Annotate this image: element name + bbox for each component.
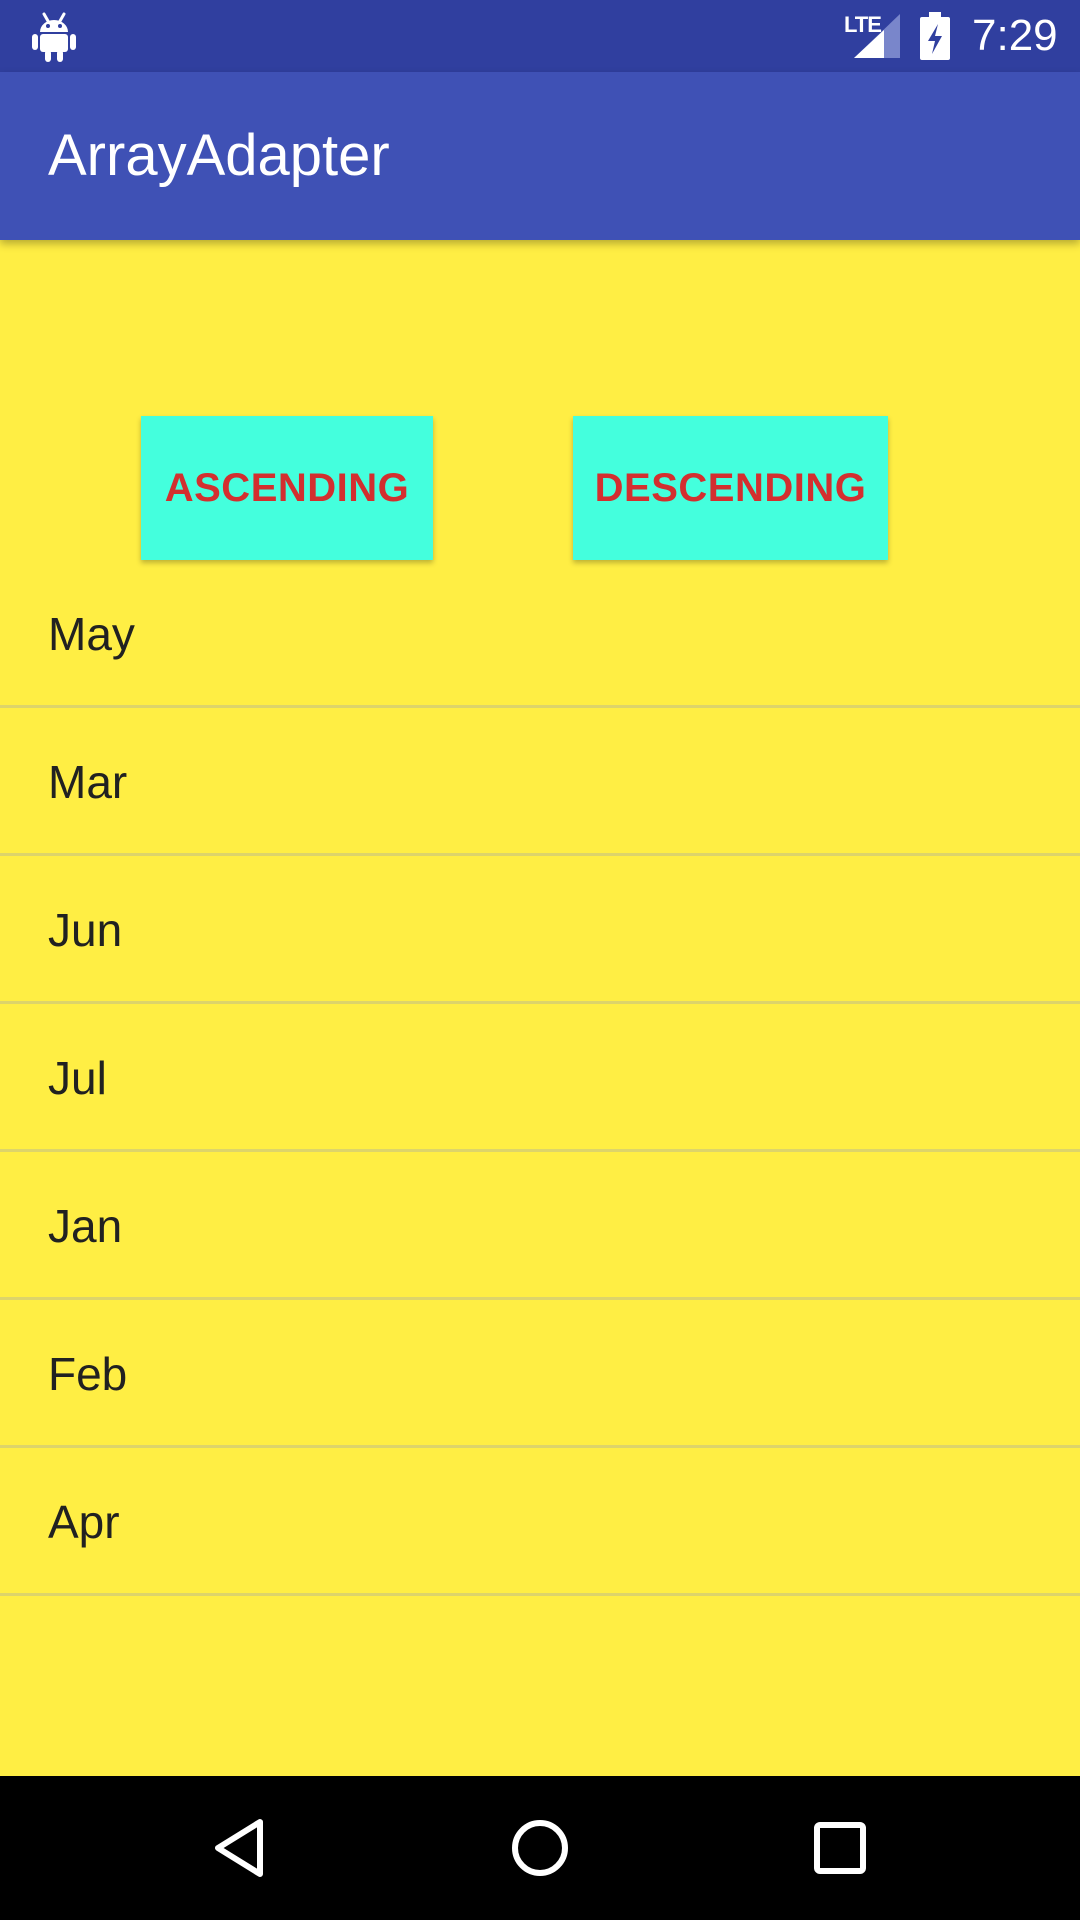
battery-charging-icon (920, 12, 950, 60)
descending-button[interactable]: DESCENDING (573, 416, 888, 560)
list-item-label: Jun (48, 904, 123, 956)
navigation-bar (0, 1776, 1080, 1920)
app-bar: ArrayAdapter (0, 72, 1080, 240)
list-item[interactable]: Mar (0, 708, 1080, 856)
month-list: May Mar Jun Jul Jan Feb Apr (0, 560, 1080, 1596)
home-icon[interactable] (504, 1812, 576, 1884)
status-time: 7:29 (972, 11, 1058, 60)
list-item-label: Jul (48, 1052, 107, 1104)
list-item-label: Apr (48, 1496, 120, 1548)
list-item-label: Mar (48, 756, 128, 808)
list-item[interactable]: Jan (0, 1152, 1080, 1300)
list-item[interactable]: Feb (0, 1300, 1080, 1448)
list-item-label: Jan (48, 1200, 123, 1252)
ascending-button[interactable]: ASCENDING (141, 416, 433, 560)
list-item[interactable]: Jul (0, 1004, 1080, 1152)
signal-icon (854, 14, 900, 58)
recents-icon[interactable] (804, 1812, 876, 1884)
list-item-label: Feb (48, 1348, 128, 1400)
status-bar: LTE 7:29 (0, 0, 1080, 72)
list-item[interactable]: Jun (0, 856, 1080, 1004)
list-item[interactable]: Apr (0, 1448, 1080, 1596)
list-item[interactable]: May (0, 560, 1080, 708)
back-icon[interactable] (204, 1812, 276, 1884)
android-icon (32, 12, 76, 62)
app-title: ArrayAdapter (48, 123, 390, 188)
list-item-label: May (48, 608, 135, 660)
